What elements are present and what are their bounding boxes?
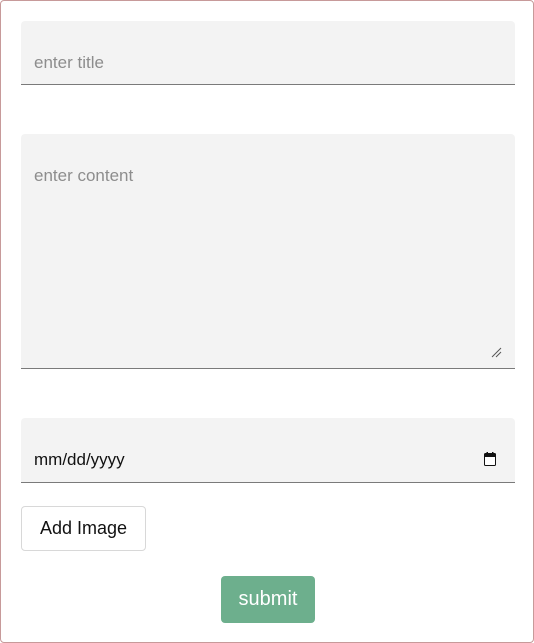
calendar-icon[interactable] bbox=[484, 452, 496, 466]
title-input[interactable]: enter title bbox=[21, 21, 515, 85]
note-form: enter title enter content mm/dd/yyyy Add… bbox=[0, 0, 534, 643]
date-value: mm/dd/yyyy bbox=[34, 450, 125, 469]
submit-button[interactable]: submit bbox=[221, 576, 315, 623]
add-image-button[interactable]: Add Image bbox=[21, 506, 146, 551]
content-placeholder: enter content bbox=[34, 166, 134, 185]
title-placeholder: enter title bbox=[34, 53, 104, 72]
content-textarea[interactable]: enter content bbox=[21, 134, 515, 369]
date-input[interactable]: mm/dd/yyyy bbox=[21, 418, 515, 483]
resize-handle-icon[interactable] bbox=[491, 347, 502, 358]
